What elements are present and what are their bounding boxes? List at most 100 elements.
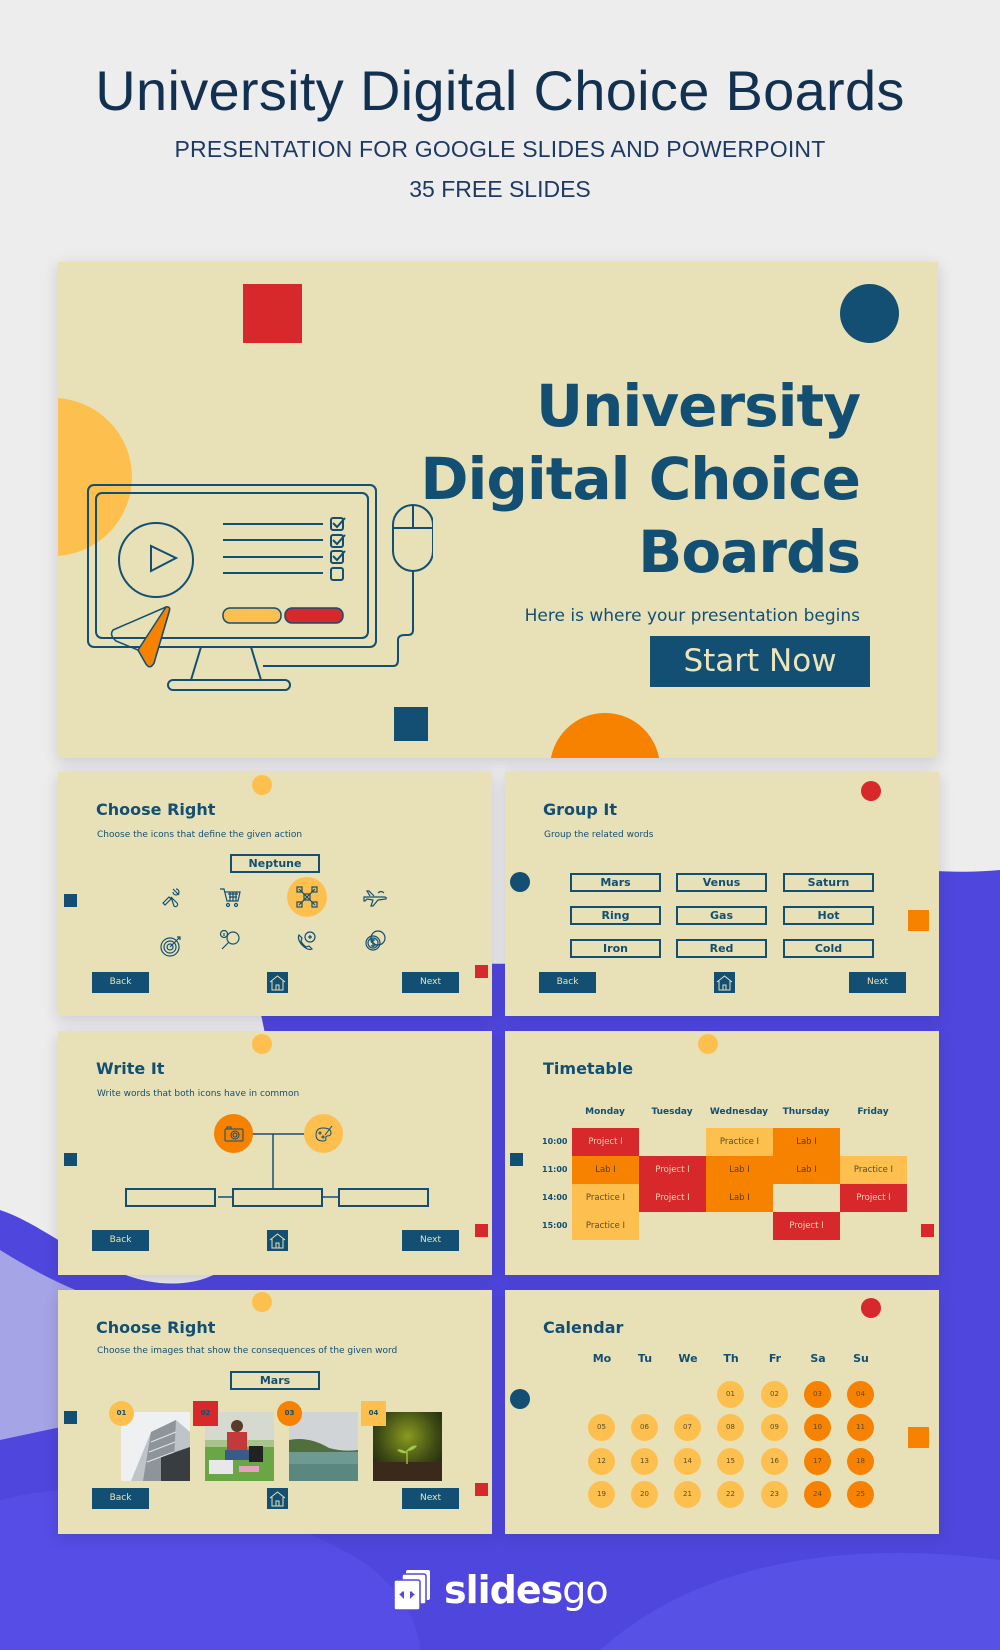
next-button[interactable]: Next [402, 1230, 459, 1251]
timetable-cell[interactable]: Project I [639, 1184, 706, 1212]
timetable-cell[interactable]: Practice I [840, 1156, 907, 1184]
word-tile[interactable]: Gas [676, 906, 767, 925]
word-tile[interactable]: Saturn [783, 873, 874, 892]
calendar-day[interactable]: 03 [804, 1381, 831, 1408]
phone-call-icon[interactable] [288, 922, 326, 960]
word-tile[interactable]: Hot [783, 906, 874, 925]
image-badge-3: 03 [277, 1401, 302, 1426]
home-button[interactable] [267, 1488, 288, 1509]
slide-timetable[interactable]: Timetable Monday Tuesday Wednesday Thursday… [505, 1031, 939, 1275]
calendar-day[interactable]: 07 [674, 1414, 701, 1441]
answer-input-2[interactable] [232, 1188, 323, 1207]
calendar-day[interactable]: 02 [761, 1381, 788, 1408]
play-circle [118, 522, 194, 598]
timetable-cell[interactable]: Project I [840, 1184, 907, 1212]
timetable-cell[interactable]: Practice I [572, 1184, 639, 1212]
next-button[interactable]: Next [402, 1488, 459, 1509]
slidesgo-logo[interactable]: slidesgo [392, 1565, 612, 1615]
home-button[interactable] [267, 972, 288, 993]
calendar-day[interactable]: 10 [804, 1414, 831, 1441]
home-button[interactable] [267, 1230, 288, 1251]
timetable-cell[interactable]: Project I [773, 1212, 840, 1240]
yellow-bar [222, 607, 282, 624]
timetable-cell[interactable]: Project I [639, 1156, 706, 1184]
calendar-day[interactable]: 08 [717, 1414, 744, 1441]
answer-input-1[interactable] [125, 1188, 216, 1207]
coins-icon[interactable] [356, 922, 394, 960]
calendar-day[interactable]: 16 [761, 1448, 788, 1475]
calendar-weekday: Fr [768, 1352, 782, 1365]
calendar-weekday: Mo [592, 1352, 612, 1365]
slide-group-it[interactable]: Group It Group the related words Mars Ven… [505, 772, 939, 1016]
slide-write-it[interactable]: Write It Write words that both icons hav… [58, 1031, 492, 1275]
search-info-icon[interactable] [211, 922, 249, 960]
image-option-1[interactable] [121, 1412, 190, 1481]
back-button[interactable]: Back [92, 1230, 149, 1251]
word-tile[interactable]: Cold [783, 939, 874, 958]
home-button[interactable] [714, 972, 735, 993]
calendar-day[interactable]: 11 [847, 1414, 874, 1441]
calendar-day[interactable]: 20 [631, 1481, 658, 1508]
calendar-day[interactable]: 25 [847, 1481, 874, 1508]
teamwork-icon[interactable] [288, 878, 326, 916]
navy-circle-decoration [840, 284, 899, 343]
timetable-cell[interactable]: Lab I [572, 1156, 639, 1184]
calendar-day[interactable]: 05 [588, 1414, 615, 1441]
shopping-cart-icon[interactable] [211, 878, 249, 916]
calendar-day[interactable]: 12 [588, 1448, 615, 1475]
calendar-weekday: Su [853, 1352, 869, 1365]
image-badge-1: 01 [109, 1401, 134, 1426]
red-square-decoration [921, 1224, 934, 1237]
image-badge-4: 04 [361, 1401, 386, 1426]
timetable-cell[interactable]: Lab I [773, 1128, 840, 1156]
timetable-cell[interactable]: Lab I [706, 1184, 773, 1212]
airplane-icon[interactable] [356, 878, 394, 916]
orange-square-decoration [908, 1427, 929, 1448]
back-button[interactable]: Back [92, 972, 149, 993]
calendar-day[interactable]: 13 [631, 1448, 658, 1475]
slide-choose-images[interactable]: Choose Right Choose the images that show… [58, 1290, 492, 1534]
red-dot-decoration [861, 781, 881, 801]
back-button[interactable]: Back [539, 972, 596, 993]
timetable-cell[interactable]: Lab I [706, 1156, 773, 1184]
calendar-day[interactable]: 21 [674, 1481, 701, 1508]
word-tile[interactable]: Ring [570, 906, 661, 925]
word-tile[interactable]: Red [676, 939, 767, 958]
calendar-day[interactable]: 06 [631, 1414, 658, 1441]
calendar-day[interactable]: 22 [717, 1481, 744, 1508]
next-button[interactable]: Next [402, 972, 459, 993]
calendar-day[interactable]: 23 [761, 1481, 788, 1508]
calendar-day[interactable]: 04 [847, 1381, 874, 1408]
navy-dot-decoration [510, 1389, 530, 1409]
computer-illustration [87, 484, 433, 691]
calendar-day[interactable]: 15 [717, 1448, 744, 1475]
cover-slide[interactable]: University Digital Choice Boards Here is… [58, 262, 938, 758]
calendar-day[interactable]: 09 [761, 1414, 788, 1441]
calendar-day[interactable]: 24 [804, 1481, 831, 1508]
word-tile[interactable]: Mars [570, 873, 661, 892]
start-now-button[interactable]: Start Now [650, 636, 870, 687]
timetable-cell[interactable]: Lab I [773, 1156, 840, 1184]
tools-icon[interactable] [152, 878, 190, 916]
word-tile[interactable]: Venus [676, 873, 767, 892]
calendar-weekday: Th [723, 1352, 739, 1365]
word-tile[interactable]: Iron [570, 939, 661, 958]
timetable-cell[interactable]: Project I [572, 1128, 639, 1156]
image-option-3[interactable] [289, 1412, 358, 1481]
timetable-cell[interactable]: Practice I [706, 1128, 773, 1156]
answer-input-3[interactable] [338, 1188, 429, 1207]
next-button[interactable]: Next [849, 972, 906, 993]
slide-calendar[interactable]: Calendar Mo Tu We Th Fr Sa Su 01 02 03 04 05 06 07 08 0… [505, 1290, 939, 1534]
navy-square-decoration [510, 1153, 523, 1166]
navy-dot-decoration [510, 872, 530, 892]
calendar-day[interactable]: 19 [588, 1481, 615, 1508]
slide-choose-icons[interactable]: Choose Right Choose the icons that defin… [58, 772, 492, 1016]
calendar-day[interactable]: 01 [717, 1381, 744, 1408]
navy-square-decoration [64, 894, 77, 907]
calendar-day[interactable]: 14 [674, 1448, 701, 1475]
target-icon[interactable] [152, 927, 190, 965]
timetable-cell[interactable]: Practice I [572, 1212, 639, 1240]
calendar-day[interactable]: 17 [804, 1448, 831, 1475]
back-button[interactable]: Back [92, 1488, 149, 1509]
calendar-day[interactable]: 18 [847, 1448, 874, 1475]
